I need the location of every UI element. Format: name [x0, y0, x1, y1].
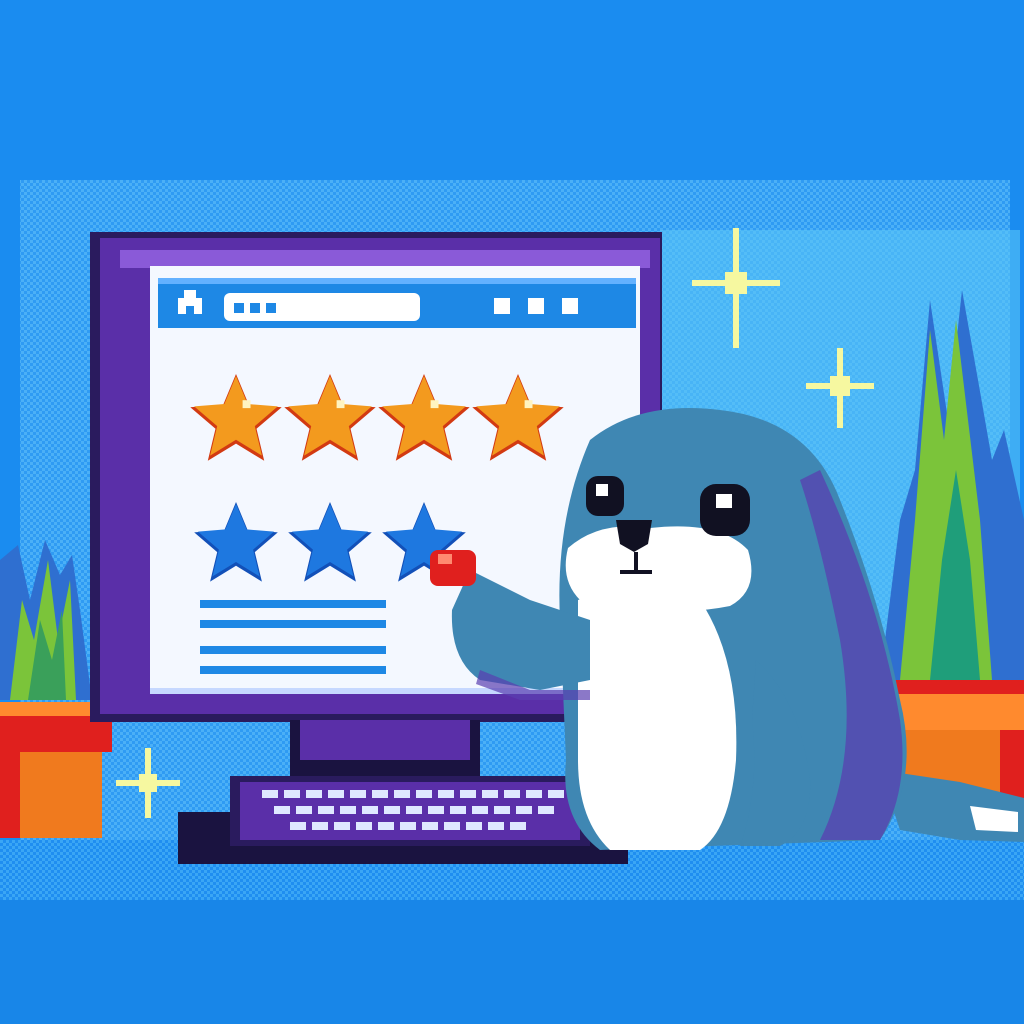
- keyboard-key[interactable]: [328, 790, 344, 798]
- keyboard-key[interactable]: [428, 806, 444, 814]
- address-dot: [234, 303, 244, 313]
- address-dot: [250, 303, 260, 313]
- keyboard-key[interactable]: [334, 822, 350, 830]
- keyboard-key[interactable]: [372, 790, 388, 798]
- keyboard-key[interactable]: [306, 790, 322, 798]
- keyboard-key[interactable]: [494, 806, 510, 814]
- keyboard-key[interactable]: [460, 790, 476, 798]
- seal-eye: [586, 476, 624, 516]
- keyboard-key[interactable]: [406, 806, 422, 814]
- text-line: [200, 620, 386, 628]
- keyboard-key[interactable]: [548, 790, 564, 798]
- window-button-icon[interactable]: [494, 298, 510, 314]
- keyboard-key[interactable]: [296, 806, 312, 814]
- pixel-art-scene: [0, 0, 1024, 1024]
- keyboard-key[interactable]: [482, 790, 498, 798]
- pointer-tip-icon: [430, 550, 476, 586]
- keyboard-key[interactable]: [416, 790, 432, 798]
- keyboard-key[interactable]: [400, 822, 416, 830]
- browser-bar: [158, 278, 636, 328]
- text-line: [200, 666, 386, 674]
- keyboard-key[interactable]: [466, 822, 482, 830]
- keyboard-key[interactable]: [318, 806, 334, 814]
- keyboard-key[interactable]: [538, 806, 554, 814]
- keyboard-key[interactable]: [394, 790, 410, 798]
- left-pot: [0, 702, 112, 838]
- keyboard-key[interactable]: [362, 806, 378, 814]
- keyboard-key[interactable]: [472, 806, 488, 814]
- keyboard-key[interactable]: [488, 822, 504, 830]
- keyboard-key[interactable]: [438, 790, 454, 798]
- keyboard-key[interactable]: [444, 822, 460, 830]
- text-line: [200, 600, 386, 608]
- keyboard-key[interactable]: [262, 790, 278, 798]
- keyboard-key[interactable]: [526, 790, 542, 798]
- keyboard: [178, 776, 628, 864]
- keyboard-key[interactable]: [356, 822, 372, 830]
- keyboard-key[interactable]: [510, 822, 526, 830]
- keyboard-key[interactable]: [340, 806, 356, 814]
- window-button-icon[interactable]: [528, 298, 544, 314]
- keyboard-key[interactable]: [290, 822, 306, 830]
- seal-eye: [700, 484, 750, 536]
- keyboard-key[interactable]: [422, 822, 438, 830]
- keyboard-key[interactable]: [274, 806, 290, 814]
- keyboard-key[interactable]: [378, 822, 394, 830]
- text-line: [200, 646, 386, 654]
- window-button-icon[interactable]: [562, 298, 578, 314]
- keyboard-key[interactable]: [312, 822, 328, 830]
- keyboard-key[interactable]: [384, 806, 400, 814]
- keyboard-key[interactable]: [284, 790, 300, 798]
- keyboard-key[interactable]: [516, 806, 532, 814]
- floor: [0, 900, 1024, 1024]
- keyboard-key[interactable]: [350, 790, 366, 798]
- keyboard-key[interactable]: [504, 790, 520, 798]
- seal-belly: [578, 590, 737, 850]
- seal-muzzle: [565, 526, 752, 611]
- keyboard-key[interactable]: [450, 806, 466, 814]
- address-dot: [266, 303, 276, 313]
